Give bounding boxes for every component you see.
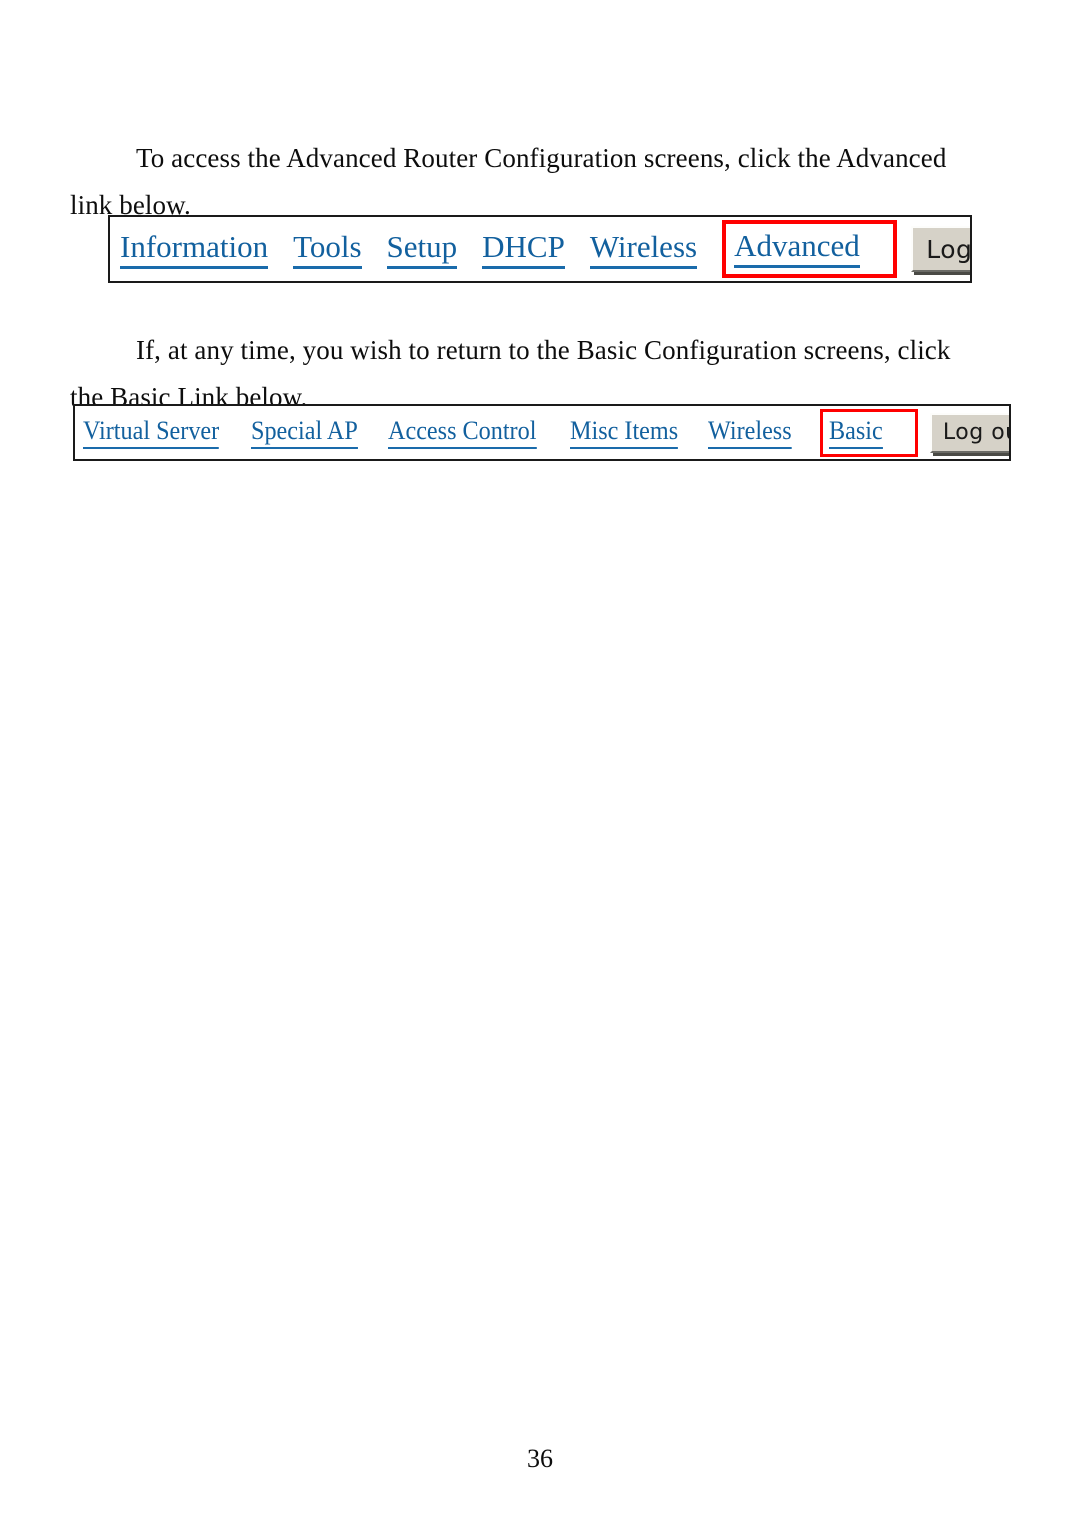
nav-link-information[interactable]: Information [120, 229, 269, 269]
nav-link-wireless[interactable]: Wireless [589, 229, 698, 269]
basic-navbar-links: Virtual Server Special AP Access Control… [83, 406, 930, 459]
nav-link-setup[interactable]: Setup [386, 229, 458, 269]
logout-button-basic[interactable]: Log out [929, 412, 1009, 453]
nav-link-wireless-basic[interactable]: Wireless [708, 416, 792, 449]
page-number: 36 [527, 1444, 553, 1473]
nav-link-basic[interactable]: Basic [829, 416, 883, 449]
nav-link-virtual-server[interactable]: Virtual Server [83, 416, 220, 449]
nav-link-tools[interactable]: Tools [293, 229, 362, 269]
highlight-box-basic: Basic [820, 408, 918, 457]
nav-link-advanced[interactable]: Advanced [734, 229, 860, 268]
highlight-box-advanced: Advanced [722, 220, 897, 278]
nav-link-misc-items[interactable]: Misc Items [569, 416, 679, 449]
advanced-navbar-figure: Information Tools Setup DHCP Wireless Ad… [108, 215, 972, 283]
advanced-navbar-links: Information Tools Setup DHCP Wireless Ad… [120, 217, 911, 281]
nav-link-special-ap[interactable]: Special AP [251, 416, 359, 449]
nav-link-dhcp[interactable]: DHCP [482, 229, 565, 269]
nav-link-access-control[interactable]: Access Control [388, 416, 537, 449]
logout-button-advanced[interactable]: Log out [910, 226, 970, 272]
basic-navbar-figure: Virtual Server Special AP Access Control… [73, 404, 1011, 461]
